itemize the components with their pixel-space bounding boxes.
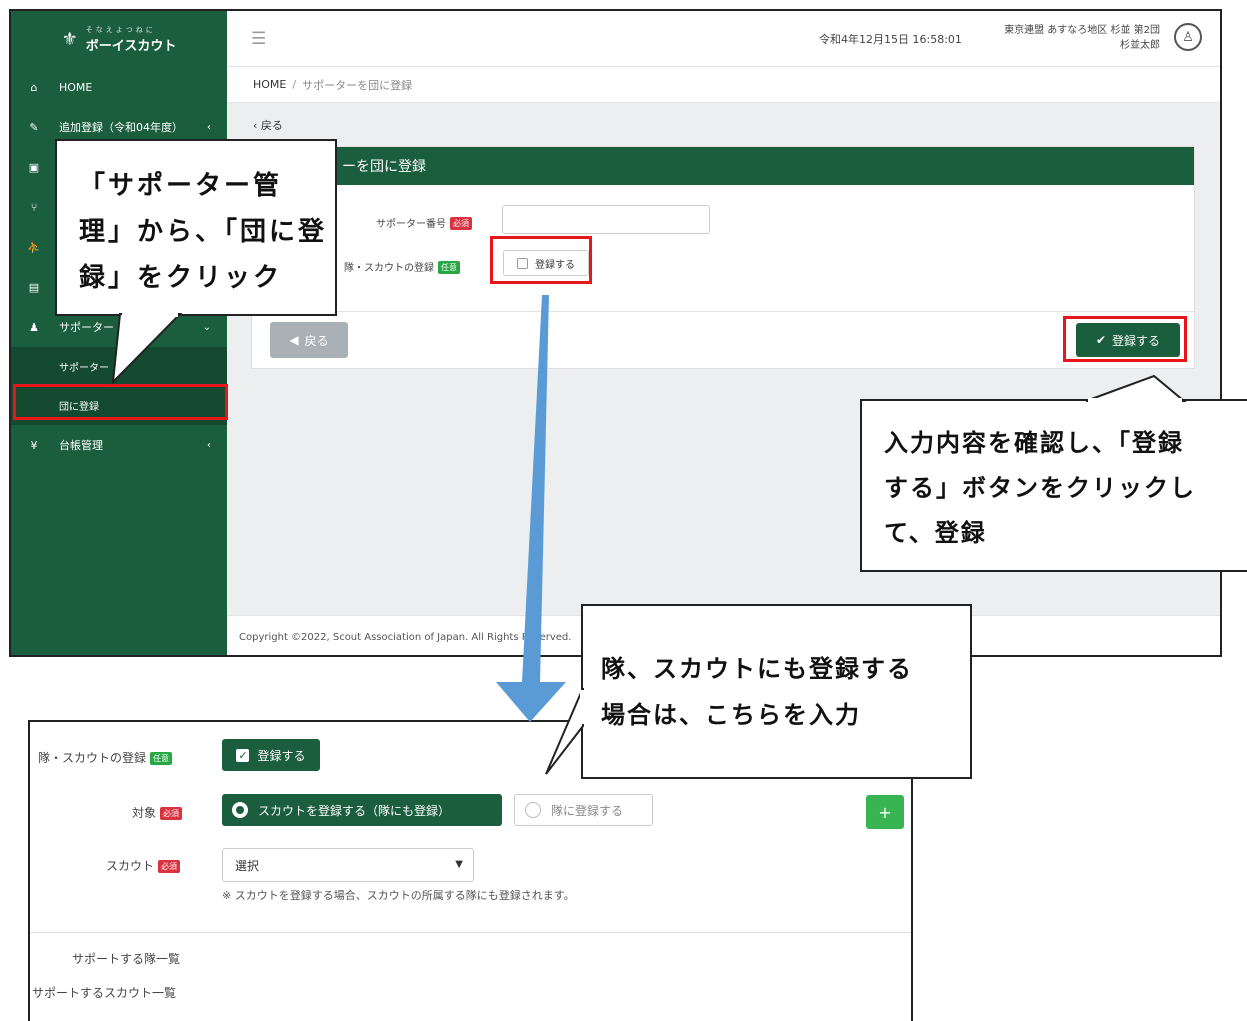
callout-tail-1 bbox=[111, 313, 183, 385]
callout-tail-2 bbox=[1085, 374, 1187, 402]
callout-tail-3 bbox=[545, 687, 584, 775]
callout-tails bbox=[111, 313, 1187, 775]
